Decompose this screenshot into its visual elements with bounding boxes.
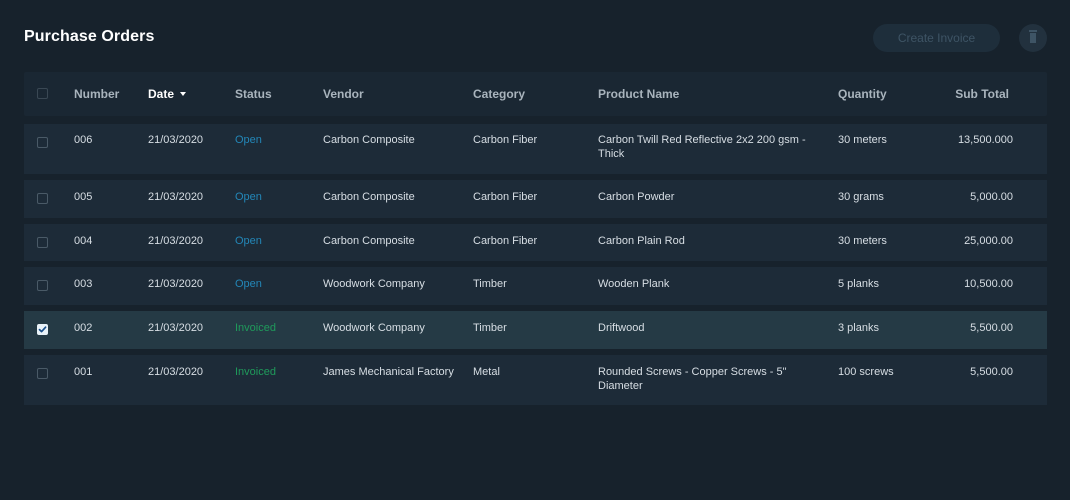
purchase-orders-table: Number Date Status Vendor Category Produ…	[24, 72, 1047, 411]
status-badge: Open	[235, 278, 262, 290]
select-all-checkbox[interactable]	[37, 88, 48, 99]
table-row[interactable]: 003 21/03/2020 Open Woodwork Company Tim…	[24, 267, 1047, 305]
row-checkbox[interactable]	[37, 137, 48, 148]
cell-date: 21/03/2020	[148, 191, 204, 203]
row-checkbox-checked[interactable]	[37, 324, 48, 335]
cell-vendor: Carbon Composite	[323, 235, 415, 247]
cell-subtotal: 13,500.000	[957, 134, 1013, 146]
cell-category: Carbon Fiber	[473, 235, 538, 247]
row-checkbox[interactable]	[37, 280, 48, 291]
sort-descending-icon	[180, 91, 187, 96]
page-title: Purchase Orders	[24, 28, 155, 45]
table-row[interactable]: 001 21/03/2020 Invoiced James Mechanical…	[24, 355, 1047, 405]
column-header-status[interactable]: Status	[235, 87, 272, 101]
status-badge: Open	[235, 235, 262, 247]
cell-date: 21/03/2020	[148, 366, 204, 378]
table-row-selected[interactable]: 002 21/03/2020 Invoiced Woodwork Company…	[24, 311, 1047, 349]
cell-date: 21/03/2020	[148, 134, 204, 146]
cell-number: 001	[74, 366, 93, 378]
status-badge: Open	[235, 134, 262, 146]
table-row[interactable]: 006 21/03/2020 Open Carbon Composite Car…	[24, 124, 1047, 174]
cell-number: 004	[74, 235, 93, 247]
cell-number: 002	[74, 322, 93, 334]
column-header-date-label: Date	[148, 87, 175, 101]
table-row[interactable]: 004 21/03/2020 Open Carbon Composite Car…	[24, 224, 1047, 261]
cell-quantity: 3 planks	[838, 322, 879, 334]
column-header-number[interactable]: Number	[74, 87, 119, 101]
status-badge: Invoiced	[235, 322, 276, 334]
cell-subtotal: 25,000.00	[964, 235, 1013, 247]
cell-subtotal: 5,500.00	[970, 366, 1013, 378]
column-header-vendor[interactable]: Vendor	[323, 87, 458, 101]
status-badge: Invoiced	[235, 366, 276, 378]
cell-date: 21/03/2020	[148, 278, 204, 290]
status-badge: Open	[235, 191, 262, 203]
row-checkbox[interactable]	[37, 368, 48, 379]
cell-vendor: Carbon Composite	[323, 191, 415, 203]
cell-subtotal: 10,500.00	[964, 278, 1013, 290]
cell-product-name: Carbon Twill Red Reflective 2x2 200 gsm …	[598, 134, 806, 160]
cell-quantity: 100 screws	[838, 366, 894, 378]
cell-subtotal: 5,500.00	[970, 322, 1013, 334]
row-checkbox[interactable]	[37, 193, 48, 204]
column-header-product-name[interactable]: Product Name	[598, 87, 818, 101]
cell-product-name: Carbon Plain Rod	[598, 235, 685, 247]
cell-category: Timber	[473, 278, 507, 290]
column-header-category[interactable]: Category	[473, 87, 525, 101]
cell-product-name: Driftwood	[598, 322, 645, 334]
row-checkbox[interactable]	[37, 237, 48, 248]
trash-icon	[1029, 30, 1037, 46]
cell-quantity: 30 grams	[838, 191, 884, 203]
cell-number: 003	[74, 278, 93, 290]
cell-date: 21/03/2020	[148, 235, 204, 247]
cell-quantity: 30 meters	[838, 134, 887, 146]
cell-category: Metal	[473, 366, 500, 378]
cell-category: Timber	[473, 322, 507, 334]
checkmark-icon	[38, 326, 47, 333]
table-body: 006 21/03/2020 Open Carbon Composite Car…	[24, 124, 1047, 405]
delete-button[interactable]	[1019, 24, 1047, 52]
cell-number: 006	[74, 134, 93, 146]
cell-product-name: Rounded Screws - Copper Screws - 5" Diam…	[598, 366, 787, 392]
cell-quantity: 30 meters	[838, 235, 887, 247]
table-header: Number Date Status Vendor Category Produ…	[24, 72, 1047, 116]
cell-product-name: Wooden Plank	[598, 278, 670, 290]
column-header-date[interactable]: Date	[148, 87, 187, 101]
create-invoice-button[interactable]: Create Invoice	[873, 24, 1000, 52]
cell-category: Carbon Fiber	[473, 191, 538, 203]
cell-category: Carbon Fiber	[473, 134, 538, 146]
cell-vendor: Woodwork Company	[323, 322, 425, 334]
column-header-subtotal[interactable]: Sub Total	[955, 87, 1009, 101]
cell-subtotal: 5,000.00	[970, 191, 1013, 203]
column-header-quantity[interactable]: Quantity	[838, 87, 887, 101]
cell-date: 21/03/2020	[148, 322, 204, 334]
cell-product-name: Carbon Powder	[598, 191, 675, 203]
cell-vendor: James Mechanical Factory	[323, 366, 454, 378]
cell-vendor: Woodwork Company	[323, 278, 425, 290]
cell-number: 005	[74, 191, 93, 203]
cell-quantity: 5 planks	[838, 278, 879, 290]
table-row[interactable]: 005 21/03/2020 Open Carbon Composite Car…	[24, 180, 1047, 218]
cell-vendor: Carbon Composite	[323, 134, 415, 146]
